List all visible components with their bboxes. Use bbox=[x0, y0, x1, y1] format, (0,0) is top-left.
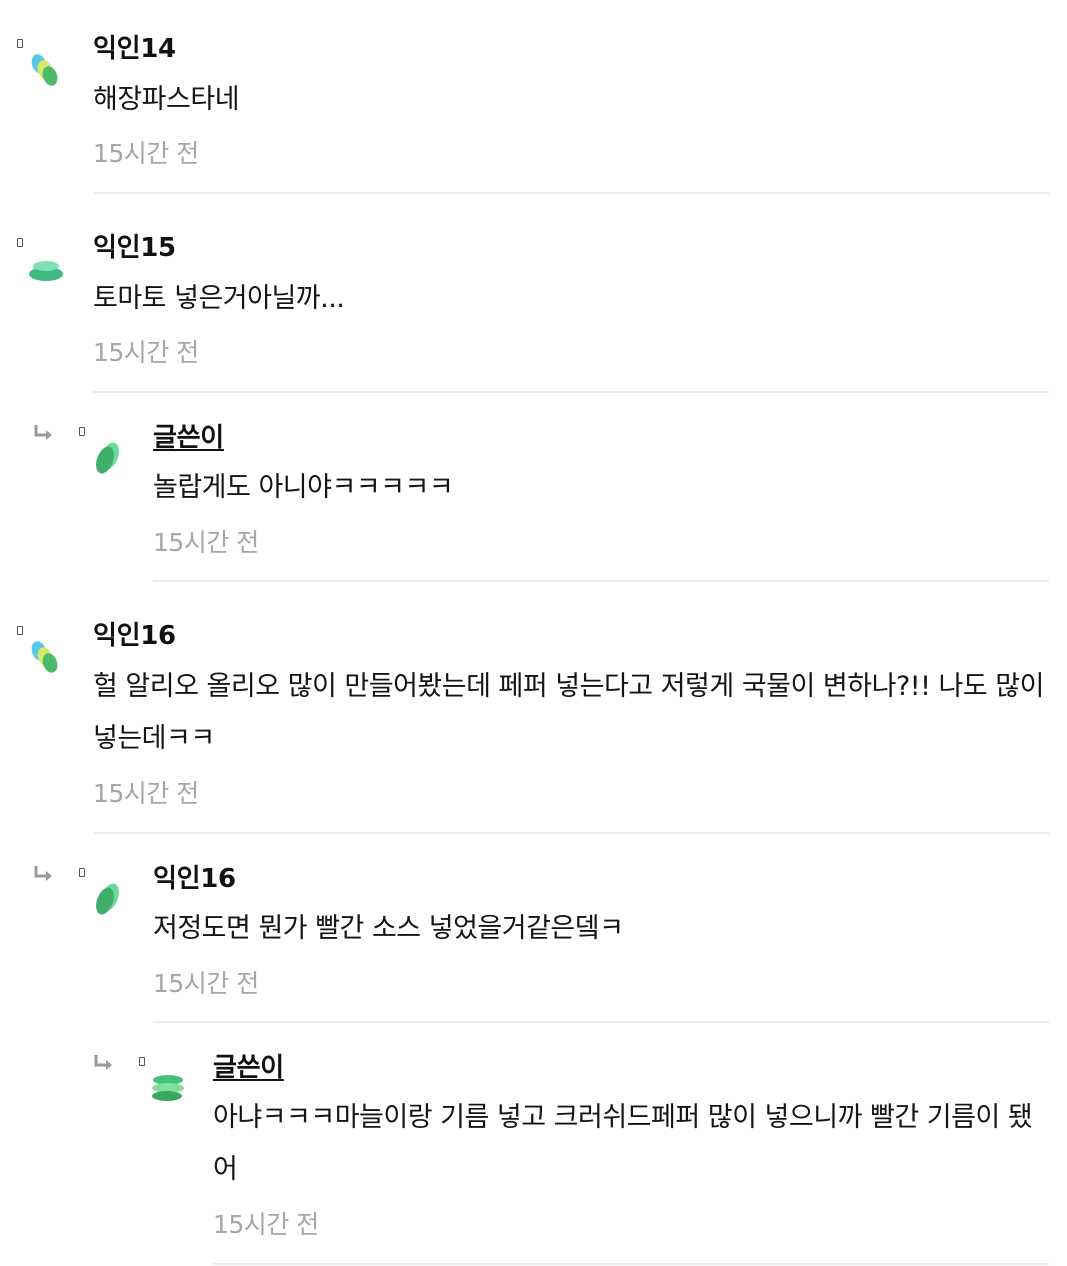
divider bbox=[93, 192, 1049, 194]
comment-author[interactable]: 익인16 bbox=[153, 864, 236, 894]
avatar-icon[interactable] bbox=[148, 1068, 188, 1108]
comment-time: 15시간 전 bbox=[93, 779, 199, 808]
comment-time: 15시간 전 bbox=[153, 528, 259, 557]
comment-time: 15시간 전 bbox=[93, 139, 199, 168]
comment-author[interactable]: 익인15 bbox=[93, 233, 176, 263]
comment-text: 놀랍게도 아니야ㅋㅋㅋㅋㅋ bbox=[153, 472, 454, 503]
reply-arrow-icon bbox=[34, 425, 52, 440]
comment-author[interactable]: 글쓴이 bbox=[213, 1053, 284, 1083]
divider bbox=[153, 580, 1049, 582]
small-icon bbox=[17, 626, 23, 635]
comment-text: 저정도면 뭔가 빨간 소스 넣었을거같은뎈ㅋ bbox=[153, 913, 624, 944]
comment-text: 헐 알리오 올리오 많이 만들어봤는데 페퍼 넣는다고 저렇게 국물이 변하나?… bbox=[93, 671, 1044, 754]
reply-arrow-icon bbox=[34, 866, 52, 881]
avatar-icon[interactable] bbox=[26, 50, 66, 90]
divider bbox=[93, 391, 1049, 393]
divider bbox=[213, 1263, 1049, 1265]
small-icon bbox=[139, 1057, 145, 1066]
small-icon bbox=[79, 868, 85, 877]
small-icon bbox=[17, 39, 23, 48]
comment-author[interactable]: 익인16 bbox=[93, 621, 176, 651]
divider bbox=[93, 832, 1049, 834]
avatar-icon[interactable] bbox=[26, 250, 66, 290]
comment-text: 아냐ㅋㅋㅋ마늘이랑 기름 넣고 크러쉬드페퍼 많이 넣으니까 빨간 기름이 됐어 bbox=[213, 1102, 1033, 1185]
divider bbox=[153, 1021, 1049, 1023]
avatar-icon[interactable] bbox=[88, 879, 128, 919]
avatar-icon[interactable] bbox=[88, 438, 128, 478]
reply-arrow-icon bbox=[94, 1055, 112, 1070]
comment-author[interactable]: 글쓴이 bbox=[153, 423, 224, 453]
comment-author[interactable]: 익인14 bbox=[93, 34, 176, 64]
comment-time: 15시간 전 bbox=[93, 338, 199, 367]
comment-time: 15시간 전 bbox=[153, 969, 259, 998]
small-icon bbox=[17, 238, 23, 247]
comment-time: 15시간 전 bbox=[213, 1210, 319, 1239]
small-icon bbox=[79, 427, 85, 436]
avatar-icon[interactable] bbox=[26, 637, 66, 677]
comment-text: 해장파스타네 bbox=[93, 84, 240, 115]
comment-text: 토마토 넣은거아닐까... bbox=[93, 283, 345, 314]
